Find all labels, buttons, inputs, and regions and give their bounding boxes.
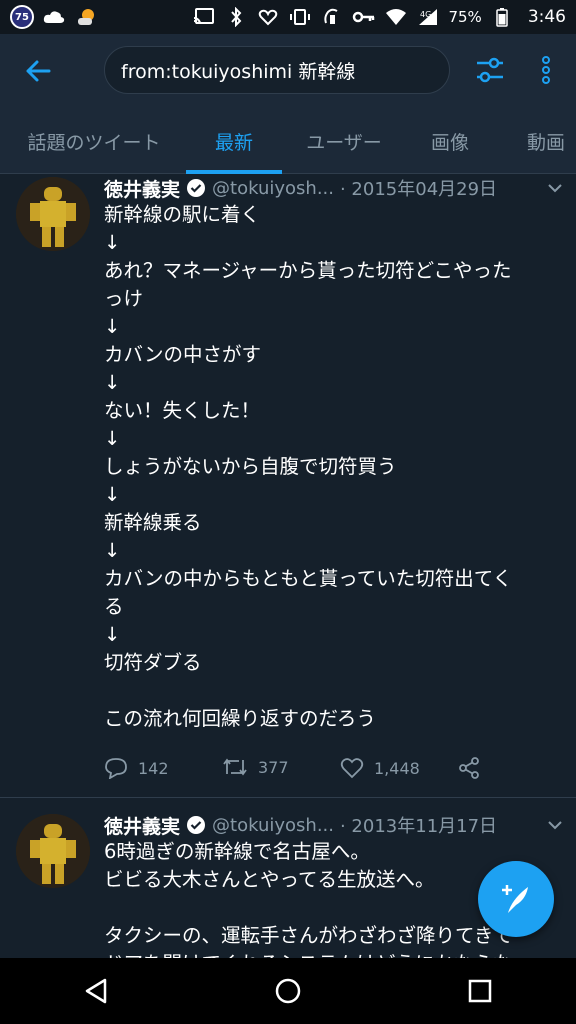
tab-latest[interactable]: 最新 [186,108,282,174]
weather-icon [74,6,98,28]
feather-plus-icon [502,885,528,913]
tweet-header: 徳井義実 @tokuiyosh... · 2015年04月29日 [104,175,564,201]
author-name[interactable]: 徳井義実 [104,175,180,202]
filter-button[interactable] [468,48,512,92]
author-name[interactable]: 徳井義実 [104,812,180,839]
tweet-text: 新幹線の駅に着く ↓ あれ？マネージャーから貰った切符どこやった っけ ↓ カバ… [104,203,513,730]
more-options-button[interactable] [524,48,568,92]
author-handle[interactable]: @tokuiyosh... [212,178,334,199]
notification-badge: 75 [10,5,34,29]
search-input[interactable]: from:tokuiyoshimi 新幹線 [104,46,450,94]
back-button[interactable] [14,47,62,95]
chevron-down-icon[interactable] [546,816,564,834]
tab-users[interactable]: ユーザー [294,108,394,174]
arrow-left-icon [26,60,51,82]
reply-count: 142 [138,758,169,778]
like-count: 1,448 [374,758,420,778]
vibrate-icon [288,6,312,28]
heart-icon [340,758,364,779]
status-bar: 75 4G 75% 3:46 [0,0,576,34]
circle-home-icon [275,978,301,1004]
nav-home-button[interactable] [258,961,318,1021]
tab-photos[interactable]: 画像 [410,108,490,174]
tweet-actions: 142 377 1,448 [104,757,564,783]
avatar[interactable] [16,814,90,888]
tweet-date: · 2015年04月29日 [339,179,498,200]
heart-box-icon [256,6,280,28]
author-handle[interactable]: @tokuiyosh... [212,815,334,836]
verified-icon [187,816,206,834]
wifi-icon [384,6,408,28]
key-icon [352,6,376,28]
battery-icon [490,6,514,28]
chevron-down-icon[interactable] [546,179,564,197]
nav-recents-button[interactable] [450,961,510,1021]
reply-icon [105,758,127,779]
like-button[interactable]: 1,448 [340,757,420,779]
retweet-count: 377 [258,757,289,777]
nav-back-button[interactable] [66,961,126,1021]
vertical-dots-icon [542,56,550,84]
tweet-date: · 2013年11月17日 [339,816,498,837]
sliders-icon [477,57,503,83]
search-tabs: 話題のツイート 最新 ユーザー 画像 動画 [0,108,576,174]
triangle-back-icon [85,978,107,1004]
cloud-icon [42,6,66,28]
battery-percent: 75% [448,8,482,26]
tweet[interactable]: 徳井義実 @tokuiyosh... · 2015年04月29日 新幹線の駅に着… [0,175,576,798]
verified-icon [187,179,206,197]
search-header: from:tokuiyoshimi 新幹線 [0,34,576,108]
share-icon [459,757,479,779]
avatar[interactable] [16,177,90,251]
cast-icon [192,6,216,28]
svg-text:4G: 4G [420,10,431,19]
nfc-icon [320,6,344,28]
share-button[interactable] [458,757,480,779]
system-nav-bar [0,958,576,1024]
tab-videos[interactable]: 動画 [506,108,576,174]
retweet-icon [223,758,247,776]
retweet-button[interactable]: 377 [222,757,289,777]
tweet-feed[interactable]: 徳井義実 @tokuiyosh... · 2015年04月29日 新幹線の駅に着… [0,175,576,958]
tab-top-tweets[interactable]: 話題のツイート [14,108,174,174]
compose-tweet-button[interactable] [478,861,554,937]
signal-icon: 4G [416,6,440,28]
square-recents-icon [468,979,492,1003]
bluetooth-icon [224,6,248,28]
clock: 3:46 [527,7,566,27]
tweet-header: 徳井義実 @tokuiyosh... · 2013年11月17日 [104,812,564,838]
reply-button[interactable]: 142 [104,757,169,779]
active-tab-indicator [186,170,282,174]
